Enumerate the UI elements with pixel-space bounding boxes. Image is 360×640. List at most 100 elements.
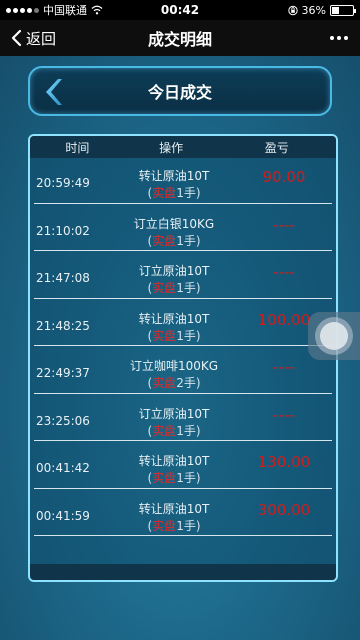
trade-profit-loss: 130.00 bbox=[257, 453, 311, 471]
trade-action-label: 订立咖啡100KG bbox=[129, 359, 219, 373]
trades-table: 时间 操作 盈亏 20:59:49 转让原油10T (实盘1手) 90.00 2… bbox=[28, 134, 338, 582]
trade-time: 00:41:42 bbox=[36, 461, 90, 475]
trade-lots-line: (实盘1手) bbox=[147, 328, 201, 343]
trade-action: 订立白银10KG (实盘1手) bbox=[114, 216, 234, 250]
trade-tag: 实盘 bbox=[152, 328, 177, 343]
trade-profit-loss: ---- bbox=[273, 405, 295, 424]
trade-tag: 实盘 bbox=[152, 281, 177, 295]
trade-profit-loss: ---- bbox=[273, 358, 295, 376]
battery-icon bbox=[330, 4, 356, 16]
rotation-lock-icon bbox=[287, 5, 298, 15]
row-divider bbox=[34, 535, 332, 536]
table-row: 22:49:37 订立咖啡100KG (实盘2手) ---- bbox=[30, 348, 336, 396]
trade-time: 21:10:02 bbox=[36, 223, 90, 238]
trade-action-label: 转让原油10T bbox=[138, 311, 210, 326]
trade-tag: 实盘 bbox=[152, 233, 177, 248]
trade-tag: 实盘 bbox=[152, 471, 177, 485]
more-dot-icon bbox=[337, 36, 341, 40]
trade-action: 转让原油10T (实盘1手) bbox=[114, 501, 234, 535]
trade-profit-loss: 90.00 bbox=[262, 168, 306, 186]
trade-lots-line: (实盘1手) bbox=[147, 281, 201, 295]
trade-action: 订立咖啡100KG (实盘2手) bbox=[114, 358, 234, 392]
floating-assist-button[interactable] bbox=[308, 312, 360, 360]
header-title: 今日成交 bbox=[147, 83, 212, 102]
battery-percent: 36% bbox=[301, 3, 326, 17]
row-divider bbox=[34, 202, 332, 204]
trade-action-label: 转让原油10T bbox=[138, 169, 210, 183]
battery-fill bbox=[332, 6, 340, 14]
column-header-profit-loss: 盈亏 bbox=[264, 140, 289, 155]
column-header-action: 操作 bbox=[159, 140, 184, 155]
more-options-button[interactable] bbox=[280, 36, 360, 40]
trade-action: 转让原油10T (实盘1手) bbox=[114, 311, 234, 345]
trade-lots-line: (实盘1手) bbox=[147, 186, 201, 200]
row-divider bbox=[34, 487, 332, 489]
back-label: 返回 bbox=[26, 29, 57, 48]
wifi-icon bbox=[91, 5, 103, 15]
table-row: 21:47:08 订立原油10T (实盘1手) ---- bbox=[30, 253, 336, 301]
trade-time: 22:49:37 bbox=[36, 366, 90, 380]
trade-time: 23:25:06 bbox=[36, 413, 90, 428]
table-footer bbox=[30, 564, 336, 580]
trade-lots-line: (实盘1手) bbox=[147, 233, 201, 248]
trade-action: 订立原油10T (实盘1手) bbox=[114, 263, 234, 297]
carrier-label: 中国联通 bbox=[43, 4, 87, 17]
trade-tag: 实盘 bbox=[152, 186, 177, 200]
page-title: 成交明细 bbox=[147, 30, 212, 49]
trade-profit-loss: ---- bbox=[273, 263, 295, 281]
trade-lots: 1手 bbox=[176, 233, 196, 248]
trade-time: 00:41:59 bbox=[36, 508, 90, 523]
more-dot-icon bbox=[344, 36, 348, 40]
more-dot-icon bbox=[330, 36, 334, 40]
trade-profit-loss: 300.00 bbox=[257, 500, 311, 519]
trade-lots: 1手 bbox=[176, 328, 196, 343]
header-back-arrow-icon[interactable] bbox=[38, 75, 66, 109]
status-left: 中国联通 bbox=[6, 2, 136, 18]
table-row: 00:41:42 转让原油10T (实盘1手) 130.00 bbox=[30, 443, 336, 491]
table-row: 21:48:25 转让原油10T (实盘1手) 100.00 bbox=[30, 301, 336, 349]
table-row: 21:10:02 订立白银10KG (实盘1手) ---- bbox=[30, 206, 336, 254]
trade-action-label: 订立白银10KG bbox=[133, 216, 215, 231]
chevron-left-icon bbox=[11, 29, 22, 47]
status-bar: 中国联通 00:42 36% bbox=[0, 0, 360, 20]
trade-lots: 1手 bbox=[176, 186, 196, 200]
trade-lots-line: (实盘1手) bbox=[147, 471, 201, 485]
header-panel: 今日成交 bbox=[28, 66, 332, 116]
trade-tag: 实盘 bbox=[152, 518, 177, 533]
trade-lots: 2手 bbox=[176, 376, 196, 390]
row-divider bbox=[34, 345, 332, 346]
trade-action-label: 订立原油10T bbox=[138, 264, 210, 278]
trade-lots-line: (实盘2手) bbox=[147, 376, 201, 390]
trade-action: 转让原油10T (实盘1手) bbox=[114, 453, 234, 487]
trade-time: 20:59:49 bbox=[36, 176, 90, 190]
trade-lots: 1手 bbox=[176, 471, 196, 485]
column-header-time: 时间 bbox=[65, 140, 90, 155]
signal-strength-icon bbox=[6, 7, 39, 13]
trade-lots-line: (实盘1手) bbox=[147, 423, 201, 438]
trade-action-label: 订立原油10T bbox=[138, 406, 210, 421]
trade-time: 21:48:25 bbox=[36, 318, 90, 333]
trade-lots: 1手 bbox=[176, 423, 196, 438]
row-divider bbox=[34, 250, 332, 251]
table-body: 20:59:49 转让原油10T (实盘1手) 90.00 21:10:02 订… bbox=[30, 158, 336, 538]
trade-time: 21:47:08 bbox=[36, 271, 90, 285]
trade-action: 订立原油10T (实盘1手) bbox=[114, 406, 234, 440]
assist-ring-icon bbox=[315, 317, 353, 355]
trade-lots: 1手 bbox=[176, 518, 196, 533]
status-right: 36% bbox=[224, 3, 356, 17]
row-divider bbox=[34, 392, 332, 394]
trade-action-label: 转让原油10T bbox=[138, 454, 210, 468]
trade-profit-loss: ---- bbox=[273, 215, 295, 234]
table-row: 00:41:59 转让原油10T (实盘1手) 300.00 bbox=[30, 491, 336, 539]
trade-tag: 实盘 bbox=[152, 376, 177, 390]
table-header: 时间 操作 盈亏 bbox=[30, 136, 336, 158]
trade-action: 转让原油10T (实盘1手) bbox=[114, 168, 234, 202]
back-button[interactable]: 返回 bbox=[0, 20, 80, 56]
row-divider bbox=[34, 297, 332, 299]
nav-bar: 返回 成交明细 bbox=[0, 20, 360, 56]
table-row: 23:25:06 订立原油10T (实盘1手) ---- bbox=[30, 396, 336, 444]
status-time: 00:42 bbox=[160, 3, 200, 17]
trade-lots-line: (实盘1手) bbox=[147, 518, 201, 533]
trade-action-label: 转让原油10T bbox=[138, 501, 210, 516]
table-row: 20:59:49 转让原油10T (实盘1手) 90.00 bbox=[30, 158, 336, 206]
